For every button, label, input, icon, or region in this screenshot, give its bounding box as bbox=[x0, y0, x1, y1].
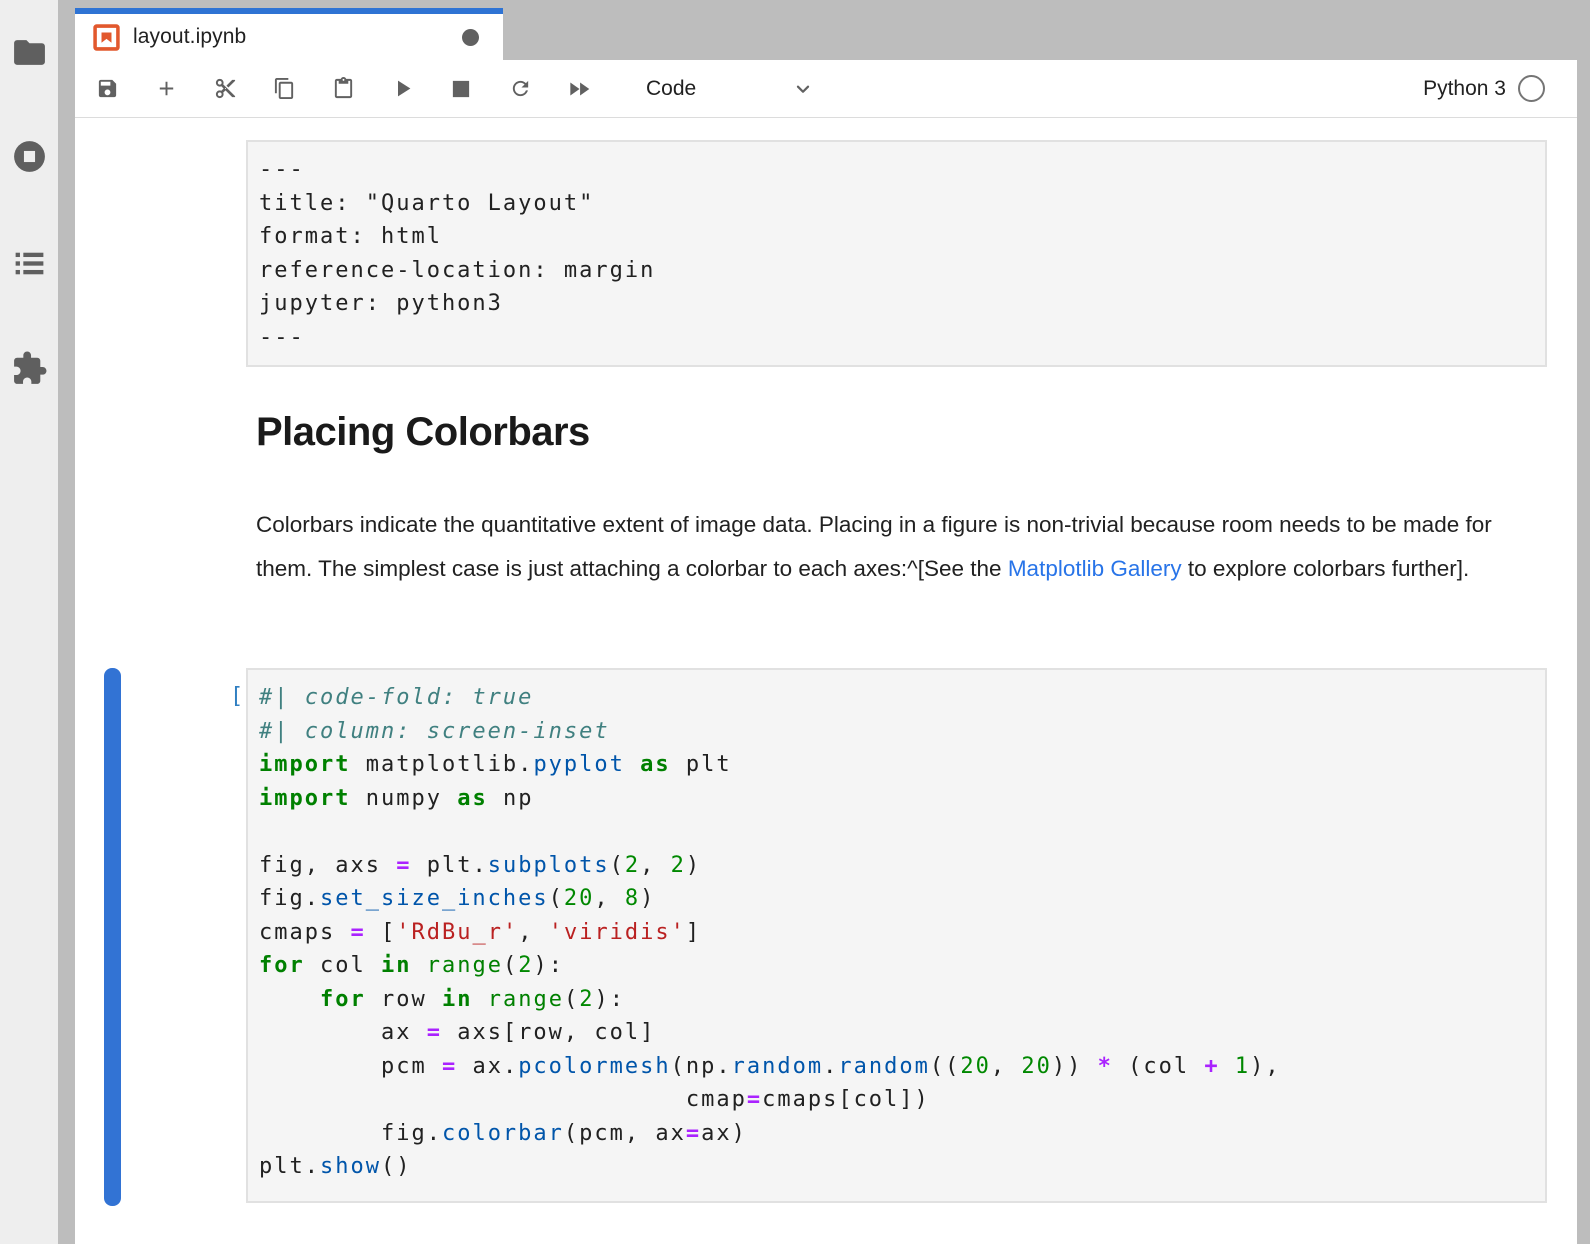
save-icon bbox=[96, 77, 119, 100]
copy-cells-button[interactable] bbox=[264, 67, 304, 111]
code-line: cmaps = ['RdBu_r', 'viridis'] bbox=[259, 916, 1535, 950]
yaml-line: --- bbox=[259, 321, 1535, 355]
cell-collapser-bar[interactable] bbox=[104, 668, 121, 1206]
paragraph-text: axes:^[See the bbox=[853, 556, 1007, 581]
tab-layout-ipynb[interactable]: layout.ipynb bbox=[75, 8, 503, 60]
kernel-name: Python 3 bbox=[1423, 77, 1506, 101]
code-line: #| code-fold: true bbox=[259, 681, 1535, 715]
restart-icon bbox=[509, 77, 532, 100]
run-icon bbox=[389, 75, 416, 102]
cell-type-value: Code bbox=[646, 77, 696, 101]
code-line: fig, axs = plt.subplots(2, 2) bbox=[259, 849, 1535, 883]
cut-icon bbox=[214, 77, 237, 100]
folder-icon bbox=[11, 34, 48, 71]
notebook-toolbar: Code Python 3 bbox=[75, 60, 1577, 118]
paragraph-text: Colorbars indicate the quantitative exte… bbox=[256, 512, 1215, 537]
running-icon bbox=[11, 138, 48, 175]
yaml-line: format: html bbox=[259, 220, 1535, 254]
toolbar-button-group bbox=[87, 67, 618, 111]
sidebar-extensions[interactable] bbox=[0, 346, 58, 390]
code-line: fig.set_size_inches(20, 8) bbox=[259, 882, 1535, 916]
kernel-indicator[interactable]: Python 3 bbox=[1423, 75, 1545, 102]
code-line: #| column: screen-inset bbox=[259, 715, 1535, 749]
code-line: plt.show() bbox=[259, 1150, 1535, 1184]
jupyterlab-window: layout.ipynb Code Python 3 ---title: "Qu… bbox=[0, 0, 1590, 1244]
add-icon bbox=[155, 77, 178, 100]
copy-icon bbox=[273, 77, 296, 100]
tab-bar: layout.ipynb bbox=[75, 0, 1577, 60]
code-line: pcm = ax.pcolormesh(np.random.random((20… bbox=[259, 1050, 1535, 1084]
sidebar-divider-strip bbox=[58, 0, 75, 1244]
tab-title: layout.ipynb bbox=[133, 25, 246, 49]
code-line: import matplotlib.pyplot as plt bbox=[259, 748, 1535, 782]
code-cell-editor[interactable]: #| code-fold: true#| column: screen-inse… bbox=[246, 668, 1547, 1203]
unsaved-changes-dot[interactable] bbox=[462, 29, 479, 46]
save-button[interactable] bbox=[87, 67, 127, 111]
extension-icon bbox=[11, 350, 48, 387]
sidebar-file-browser[interactable] bbox=[0, 30, 58, 74]
yaml-line: --- bbox=[259, 153, 1535, 187]
toc-icon bbox=[11, 245, 48, 282]
stop-icon bbox=[448, 76, 474, 102]
code-line: ax = axs[row, col] bbox=[259, 1016, 1535, 1050]
code-line: for row in range(2): bbox=[259, 983, 1535, 1017]
insert-cell-button[interactable] bbox=[146, 67, 186, 111]
matplotlib-gallery-link[interactable]: Matplotlib Gallery bbox=[1008, 556, 1182, 581]
paragraph-text: to explore colorbars further]. bbox=[1182, 556, 1470, 581]
code-line: fig.colorbar(pcm, ax=ax) bbox=[259, 1117, 1535, 1151]
run-cell-button[interactable] bbox=[382, 67, 422, 111]
restart-kernel-button[interactable] bbox=[500, 67, 540, 111]
code-line: for col in range(2): bbox=[259, 949, 1535, 983]
paste-icon bbox=[332, 77, 355, 100]
restart-run-all-button[interactable] bbox=[559, 67, 599, 111]
chevron-down-icon bbox=[792, 78, 814, 100]
run-all-icon bbox=[566, 76, 592, 102]
heading-placing-colorbars: Placing Colorbars bbox=[256, 408, 590, 456]
right-edge-strip bbox=[1577, 0, 1590, 1244]
raw-cell-yaml-editor[interactable]: ---title: "Quarto Layout"format: htmlref… bbox=[246, 140, 1547, 367]
markdown-paragraph: Colorbars indicate the quantitative exte… bbox=[256, 503, 1536, 591]
code-line bbox=[259, 815, 1535, 849]
yaml-line: title: "Quarto Layout" bbox=[259, 187, 1535, 221]
notebook-file-icon bbox=[93, 24, 120, 51]
code-line: cmap=cmaps[col]) bbox=[259, 1083, 1535, 1117]
sidebar-table-of-contents[interactable] bbox=[0, 241, 58, 285]
paste-cells-button[interactable] bbox=[323, 67, 363, 111]
code-line: import numpy as np bbox=[259, 782, 1535, 816]
kernel-status-icon bbox=[1518, 75, 1545, 102]
sidebar-running-sessions[interactable] bbox=[0, 134, 58, 178]
cut-cells-button[interactable] bbox=[205, 67, 245, 111]
interrupt-kernel-button[interactable] bbox=[441, 67, 481, 111]
yaml-line: reference-location: margin bbox=[259, 254, 1535, 288]
cell-type-dropdown[interactable]: Code bbox=[646, 77, 814, 101]
yaml-line: jupyter: python3 bbox=[259, 287, 1535, 321]
notebook-content: ---title: "Quarto Layout"format: htmlref… bbox=[75, 118, 1577, 1244]
left-activity-sidebar bbox=[0, 0, 58, 1244]
